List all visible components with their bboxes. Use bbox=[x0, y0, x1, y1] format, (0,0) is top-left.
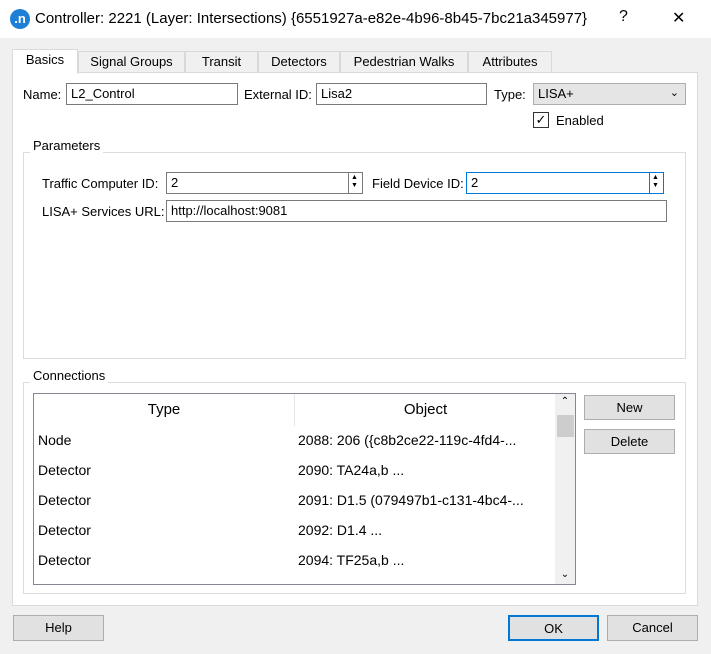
tab-basics[interactable]: Basics bbox=[12, 49, 78, 74]
app-icon: .n bbox=[10, 9, 30, 29]
tab-pedestrian-walks[interactable]: Pedestrian Walks bbox=[340, 51, 468, 73]
row-type: Detector bbox=[38, 462, 91, 478]
type-label: Type: bbox=[494, 87, 526, 102]
enabled-label: Enabled bbox=[556, 113, 604, 128]
scrollbar[interactable]: ⌃ ⌄ bbox=[555, 394, 575, 584]
row-object: 2094: TF25a,b ... bbox=[298, 552, 405, 568]
services-url-input[interactable]: http://localhost:9081 bbox=[166, 200, 667, 222]
scroll-up-icon[interactable]: ⌃ bbox=[555, 396, 575, 407]
external-id-label: External ID: bbox=[244, 87, 312, 102]
close-icon[interactable]: ✕ bbox=[672, 8, 685, 28]
cancel-button[interactable]: Cancel bbox=[607, 615, 698, 641]
row-object: 2090: TA24a,b ... bbox=[298, 462, 405, 478]
column-header-object[interactable]: Object bbox=[295, 394, 556, 426]
external-id-input[interactable]: Lisa2 bbox=[316, 83, 487, 105]
scroll-down-icon[interactable]: ⌄ bbox=[555, 569, 575, 580]
type-value: LISA+ bbox=[538, 86, 574, 101]
tab-attributes[interactable]: Attributes bbox=[468, 51, 552, 73]
row-object: 2092: D1.4 ... bbox=[298, 522, 383, 538]
name-input[interactable]: L2_Control bbox=[66, 83, 238, 105]
row-type: Detector bbox=[38, 552, 91, 568]
tab-transit[interactable]: Transit bbox=[185, 51, 258, 73]
enabled-checkbox[interactable]: ✓ bbox=[533, 112, 549, 128]
tab-signal-groups[interactable]: Signal Groups bbox=[78, 51, 185, 73]
field-device-id-label: Field Device ID: bbox=[372, 176, 464, 191]
row-object: 2091: D1.5 (079497b1-c131-4bc4-... bbox=[298, 492, 524, 508]
table-row[interactable]: Node 2088: 206 ({c8b2ce22-119c-4fd4-... bbox=[34, 425, 556, 455]
table-row[interactable]: Detector 2091: D1.5 (079497b1-c131-4bc4-.… bbox=[34, 485, 556, 515]
field-device-id-spinner[interactable]: ▲ ▼ bbox=[650, 172, 664, 194]
table-row[interactable]: Detector 2092: D1.4 ... bbox=[34, 515, 556, 545]
column-header-type[interactable]: Type bbox=[34, 394, 295, 426]
traffic-computer-id-spinner[interactable]: ▲ ▼ bbox=[349, 172, 363, 194]
row-type: Detector bbox=[38, 522, 91, 538]
type-select[interactable]: LISA+ ⌄ bbox=[533, 83, 686, 105]
services-url-label: LISA+ Services URL: bbox=[42, 204, 165, 219]
traffic-computer-id-label: Traffic Computer ID: bbox=[42, 176, 159, 191]
connections-table[interactable]: Type Object Node 2088: 206 ({c8b2ce22-119… bbox=[33, 393, 576, 585]
table-row[interactable]: Detector 2094: TF25a,b ... bbox=[34, 545, 556, 575]
window-title: Controller: 2221 (Layer: Intersections) … bbox=[35, 10, 588, 27]
new-button[interactable]: New bbox=[584, 395, 675, 420]
row-type: Detector bbox=[38, 492, 91, 508]
table-row[interactable]: Detector 2090: TA24a,b ... bbox=[34, 455, 556, 485]
help-button[interactable]: Help bbox=[13, 615, 104, 641]
field-device-id-input[interactable]: 2 bbox=[466, 172, 650, 194]
scrollbar-thumb[interactable] bbox=[557, 415, 574, 437]
help-icon[interactable]: ? bbox=[619, 8, 628, 26]
chevron-down-icon: ⌄ bbox=[669, 87, 679, 99]
tab-detectors[interactable]: Detectors bbox=[258, 51, 340, 73]
row-object: 2088: 206 ({c8b2ce22-119c-4fd4-... bbox=[298, 432, 517, 448]
name-label: Name: bbox=[23, 87, 62, 102]
traffic-computer-id-input[interactable]: 2 bbox=[166, 172, 349, 194]
parameters-title: Parameters bbox=[30, 139, 104, 153]
row-type: Node bbox=[38, 432, 72, 448]
delete-button[interactable]: Delete bbox=[584, 429, 675, 454]
connections-title: Connections bbox=[30, 369, 109, 383]
ok-button[interactable]: OK bbox=[508, 615, 599, 641]
